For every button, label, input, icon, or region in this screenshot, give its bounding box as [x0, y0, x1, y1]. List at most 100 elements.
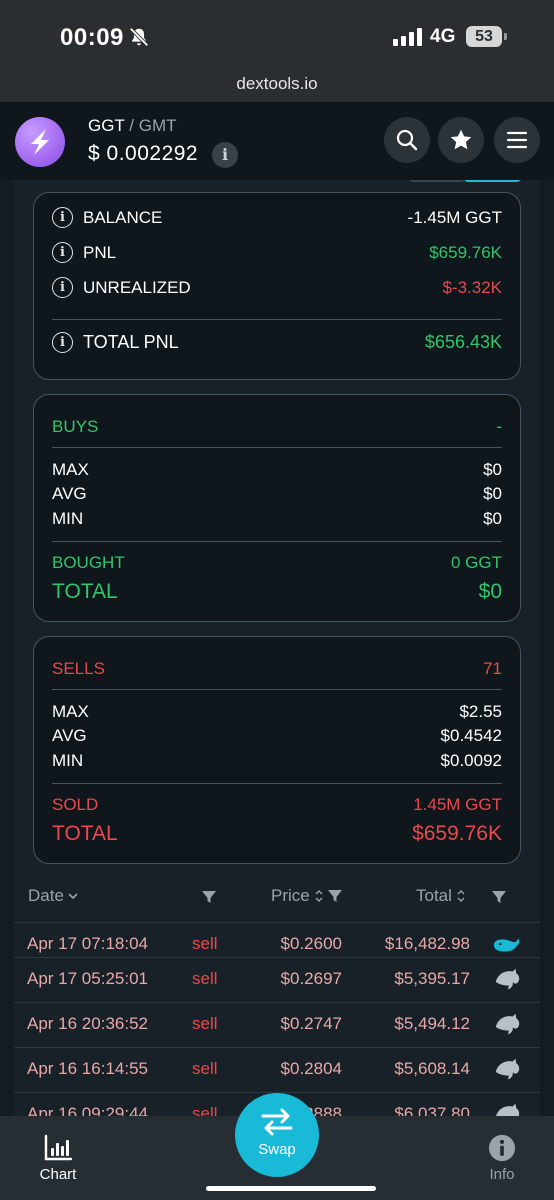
trade-price: $0.2697 [280, 969, 342, 988]
buys-max-row: MAX $0 [52, 460, 502, 480]
buys-min-row: MIN $0 [52, 509, 502, 529]
quote-token: GMT [138, 116, 177, 135]
sells-total-row: TOTAL $659.76K [52, 822, 502, 846]
menu-button[interactable] [494, 117, 540, 163]
swap-arrows-icon [261, 1108, 293, 1136]
search-icon [396, 129, 418, 151]
avg-label: AVG [52, 726, 87, 745]
sold-value: 1.45M GGT [413, 795, 502, 814]
total-column-header[interactable]: Total [416, 886, 466, 906]
trade-type: sell [192, 934, 218, 953]
total-value: $659.76K [412, 822, 502, 845]
balance-value: -1.45M GGT [407, 207, 502, 227]
dolphin-icon [495, 1013, 520, 1035]
nav-info[interactable]: Info [480, 1134, 524, 1183]
bought-label: BOUGHT [52, 553, 125, 572]
date-header-label: Date [28, 886, 64, 905]
token-logo [15, 117, 65, 167]
trade-price: $0.2747 [280, 1014, 342, 1033]
sells-header: SELLS 71 [52, 659, 502, 679]
swap-button[interactable]: Swap [235, 1093, 319, 1177]
whale-icon [493, 938, 520, 952]
trade-type: sell [192, 1014, 218, 1033]
clock: 00:09 [60, 24, 124, 51]
buys-header: BUYS - [52, 417, 502, 437]
buys-count: - [496, 417, 502, 436]
info-icon[interactable]: i [52, 332, 73, 353]
unrealized-row: i UNREALIZED $-3.32K [52, 277, 502, 298]
date-column-header[interactable]: Date [28, 886, 78, 906]
total-header-label: Total [416, 886, 452, 905]
table-row[interactable]: Apr 16 20:36:52 sell $0.2747 $5,494.12 [14, 1002, 540, 1047]
battery-icon: 53 [466, 26, 507, 47]
info-icon[interactable]: i [52, 207, 73, 228]
pnl-value: $659.76K [429, 242, 502, 262]
nav-chart[interactable]: Chart [36, 1134, 80, 1183]
price-column-header[interactable]: Price [271, 886, 342, 906]
trade-type: sell [192, 969, 218, 988]
trade-price: $0.2804 [280, 1059, 342, 1078]
sort-icon [457, 890, 465, 902]
max-value: $0 [483, 460, 502, 479]
avg-value: $0 [483, 484, 502, 503]
price-filter-icon[interactable] [327, 890, 342, 902]
trade-total: $5,494.12 [394, 1014, 470, 1033]
bell-muted-icon [129, 27, 149, 47]
pair-name: GGT / GMT [88, 116, 177, 136]
home-indicator [206, 1186, 376, 1191]
bolt-icon [31, 129, 49, 155]
tab-inactive[interactable] [409, 180, 465, 182]
info-icon[interactable]: i [52, 242, 73, 263]
sells-title: SELLS [52, 659, 105, 678]
pnl-label: PNL [83, 242, 117, 262]
min-value: $0 [483, 509, 502, 528]
tab-active[interactable] [464, 180, 521, 182]
trade-type: sell [192, 1104, 218, 1116]
min-label: MIN [52, 751, 84, 770]
buys-title: BUYS [52, 417, 99, 436]
trade-date: Apr 16 09:29:44 [27, 1104, 148, 1116]
total-pnl-row: i TOTAL PNL $656.43K [52, 332, 502, 353]
divider [52, 447, 502, 448]
total-label: TOTAL [52, 822, 118, 845]
main-content[interactable]: i BALANCE -1.45M GGT i PNL $659.76K i UNREA… [14, 180, 540, 1116]
swap-label: Swap [258, 1141, 296, 1158]
total-filter-icon[interactable] [492, 891, 506, 903]
unrealized-value: $-3.32K [442, 277, 502, 297]
pnl-row: i PNL $659.76K [52, 242, 502, 263]
divider [52, 783, 502, 784]
nav-info-label: Info [489, 1166, 515, 1183]
sold-label: SOLD [52, 795, 99, 814]
sells-min-row: MIN $0.0092 [52, 751, 502, 771]
trade-type: sell [192, 1059, 218, 1078]
sells-card: SELLS 71 MAX $2.55 AVG $0.4542 MIN $0.00… [33, 636, 521, 864]
type-filter-icon[interactable] [202, 891, 216, 903]
trade-date: Apr 16 16:14:55 [27, 1059, 148, 1078]
avg-label: AVG [52, 484, 87, 503]
avg-value: $0.4542 [440, 726, 502, 745]
unrealized-label: UNREALIZED [83, 277, 191, 297]
total-pnl-value: $656.43K [424, 332, 502, 352]
info-icon[interactable]: i [52, 277, 73, 298]
table-row[interactable]: Apr 16 16:14:55 sell $0.2804 $5,608.14 [14, 1047, 540, 1092]
price-info-icon[interactable]: i [212, 142, 238, 168]
search-button[interactable] [384, 117, 430, 163]
info-icon [488, 1134, 516, 1162]
trade-total: $5,608.14 [394, 1059, 470, 1078]
trade-price: $0.2600 [280, 934, 342, 953]
buys-card: BUYS - MAX $0 AVG $0 MIN $0 BOUGHT 0 GGT… [33, 394, 521, 622]
network-type: 4G [430, 26, 456, 47]
buys-total-row: TOTAL $0 [52, 580, 502, 604]
token-price: $ 0.002292 [88, 142, 199, 165]
max-value: $2.55 [459, 702, 502, 721]
dolphin-icon [495, 1058, 520, 1080]
url-bar[interactable]: dextools.io [0, 66, 554, 102]
chevron-down-icon [68, 893, 78, 900]
table-row[interactable]: Apr 17 05:25:01 sell $0.2697 $5,395.17 [14, 957, 540, 1002]
dolphin-icon [496, 1103, 520, 1116]
balance-label: BALANCE [83, 207, 163, 227]
price-header-label: Price [271, 886, 310, 905]
hamburger-icon [506, 131, 528, 149]
min-value: $0.0092 [440, 751, 502, 770]
favorite-button[interactable] [438, 117, 484, 163]
